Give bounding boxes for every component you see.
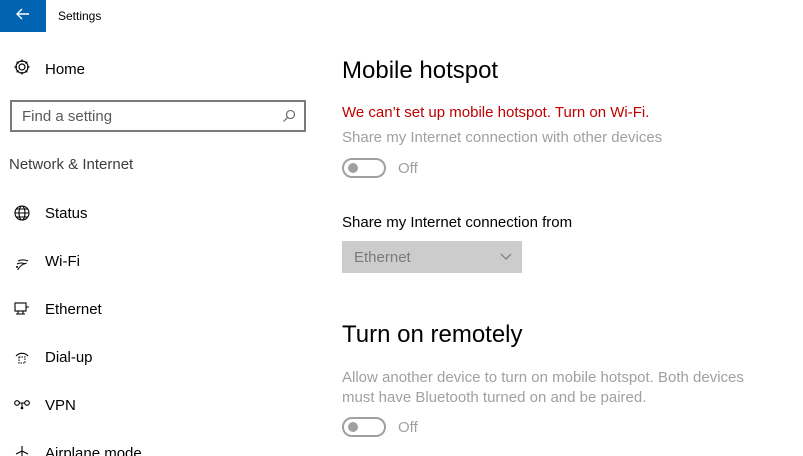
share-from-value: Ethernet: [354, 248, 411, 266]
globe-icon: [12, 203, 32, 223]
sidebar-item-label: Status: [45, 204, 88, 222]
home-label: Home: [45, 60, 86, 78]
wifi-icon: [12, 251, 32, 271]
search-input[interactable]: Find a setting: [12, 108, 274, 125]
sidebar-item-wifi[interactable]: Wi-Fi: [12, 248, 80, 274]
remote-description-line1: Allow another device to turn on mobile h…: [342, 369, 744, 386]
toggle-knob: [348, 163, 358, 173]
search-box[interactable]: Find a setting: [10, 100, 306, 132]
toggle-state-label: Off: [398, 418, 418, 436]
sidebar-item-label: Airplane mode: [45, 444, 142, 456]
toggle-state-label: Off: [398, 159, 418, 177]
sidebar-item-dialup[interactable]: Dial-up: [12, 344, 93, 370]
sidebar-item-airplane-mode[interactable]: Airplane mode: [12, 440, 142, 456]
vpn-icon: [12, 395, 32, 415]
toggle-knob: [348, 422, 358, 432]
toggle-track[interactable]: [342, 158, 386, 178]
error-message: We can’t set up mobile hotspot. Turn on …: [342, 104, 650, 121]
dialup-icon: [12, 347, 32, 367]
chevron-down-icon: [490, 253, 522, 261]
remote-section-title: Turn on remotely: [342, 321, 523, 348]
toggle-track[interactable]: [342, 417, 386, 437]
remote-toggle[interactable]: Off: [342, 417, 418, 437]
nav-home[interactable]: Home: [12, 58, 85, 80]
share-hotspot-toggle[interactable]: Off: [342, 158, 418, 178]
sidebar-item-label: Ethernet: [45, 300, 102, 318]
sidebar-item-label: Wi-Fi: [45, 252, 80, 270]
airplane-icon: [12, 443, 32, 456]
ethernet-icon: [12, 299, 32, 319]
back-arrow-icon: [15, 6, 31, 27]
page-title: Mobile hotspot: [342, 57, 499, 84]
sidebar-item-label: VPN: [45, 396, 76, 414]
gear-icon: [12, 57, 32, 82]
search-icon[interactable]: [274, 109, 304, 123]
back-button[interactable]: [0, 0, 46, 32]
navigation-pane: Home Find a setting Network & Internet S…: [0, 32, 320, 456]
sidebar-item-label: Dial-up: [45, 348, 93, 366]
sidebar-item-vpn[interactable]: VPN: [12, 392, 76, 418]
share-from-label: Share my Internet connection from: [342, 214, 573, 231]
section-title: Network & Internet: [9, 156, 134, 173]
main-content: Mobile hotspot We can’t set up mobile ho…: [342, 0, 782, 456]
window-title: Settings: [58, 9, 102, 23]
sidebar-item-status[interactable]: Status: [12, 200, 88, 226]
sidebar-item-ethernet[interactable]: Ethernet: [12, 296, 102, 322]
share-from-dropdown[interactable]: Ethernet: [342, 241, 522, 273]
share-description: Share my Internet connection with other …: [342, 129, 663, 146]
remote-description-line2: must have Bluetooth turned on and be pai…: [342, 389, 647, 406]
